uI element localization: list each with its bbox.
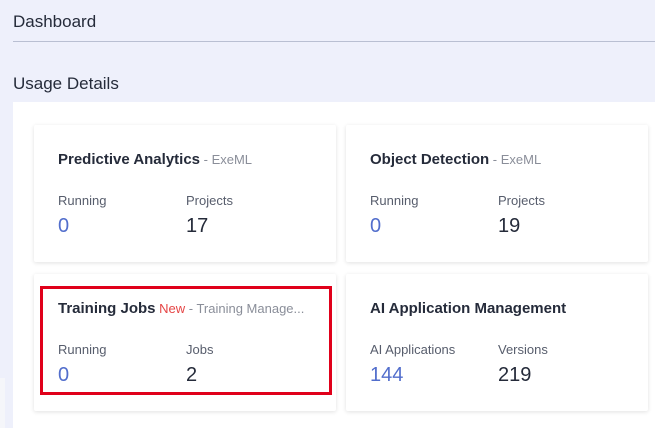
projects-count: 17 bbox=[186, 215, 209, 237]
card-title[interactable]: Predictive Analytics - ExeML bbox=[58, 151, 252, 168]
metric-label: Projects bbox=[186, 193, 233, 208]
metric-running: Running 0 bbox=[370, 193, 418, 238]
metric-running: Running 0 bbox=[58, 193, 106, 238]
running-count-link[interactable]: 0 bbox=[58, 364, 106, 387]
card-title[interactable]: AI Application Management bbox=[370, 300, 566, 317]
card-title[interactable]: Training Jobs New - Training Manage... bbox=[58, 300, 304, 317]
metric-versions: Versions 219 bbox=[498, 342, 548, 387]
metric-label: AI Applications bbox=[370, 342, 456, 357]
card-title-text: Object Detection bbox=[370, 151, 490, 168]
metric-label: Jobs bbox=[186, 342, 214, 357]
versions-count: 219 bbox=[498, 364, 532, 386]
card-subtitle: - ExeML bbox=[200, 152, 253, 167]
card-subtitle: - Training Manage... bbox=[185, 301, 305, 316]
metric-ai-applications: AI Applications 144 bbox=[370, 342, 455, 387]
running-count-link[interactable]: 0 bbox=[370, 215, 418, 238]
card-object-detection[interactable]: Object Detection - ExeML Running 0 Proje… bbox=[346, 125, 648, 262]
metric-label: Running bbox=[58, 193, 107, 208]
dashboard-header: Dashboard bbox=[0, 0, 655, 42]
metric-label: Versions bbox=[498, 342, 548, 357]
card-ai-application-management[interactable]: AI Application Management AI Application… bbox=[346, 274, 648, 411]
usage-details-heading: Usage Details bbox=[13, 74, 119, 93]
ai-applications-count-link[interactable]: 144 bbox=[370, 364, 455, 387]
metric-label: Running bbox=[370, 193, 419, 208]
header-divider bbox=[13, 41, 655, 42]
new-badge: New bbox=[155, 301, 186, 316]
page-title: Dashboard bbox=[13, 12, 97, 31]
metric-label: Projects bbox=[498, 193, 545, 208]
card-title-text: AI Application Management bbox=[370, 300, 567, 317]
projects-count: 19 bbox=[498, 215, 521, 237]
metric-label: Running bbox=[58, 342, 107, 357]
metric-jobs: Jobs 2 bbox=[186, 342, 213, 387]
card-title-text: Predictive Analytics bbox=[58, 151, 201, 168]
card-subtitle: - ExeML bbox=[489, 152, 542, 167]
side-edge bbox=[0, 378, 5, 428]
metric-projects: Projects 17 bbox=[186, 193, 233, 238]
card-title[interactable]: Object Detection - ExeML bbox=[370, 151, 541, 168]
card-predictive-analytics[interactable]: Predictive Analytics - ExeML Running 0 P… bbox=[34, 125, 336, 262]
running-count-link[interactable]: 0 bbox=[58, 215, 106, 238]
metric-projects: Projects 19 bbox=[498, 193, 545, 238]
card-training-jobs[interactable]: Training Jobs New - Training Manage... R… bbox=[34, 274, 336, 411]
jobs-count: 2 bbox=[186, 364, 198, 386]
metric-running: Running 0 bbox=[58, 342, 106, 387]
card-title-text: Training Jobs bbox=[58, 300, 156, 317]
